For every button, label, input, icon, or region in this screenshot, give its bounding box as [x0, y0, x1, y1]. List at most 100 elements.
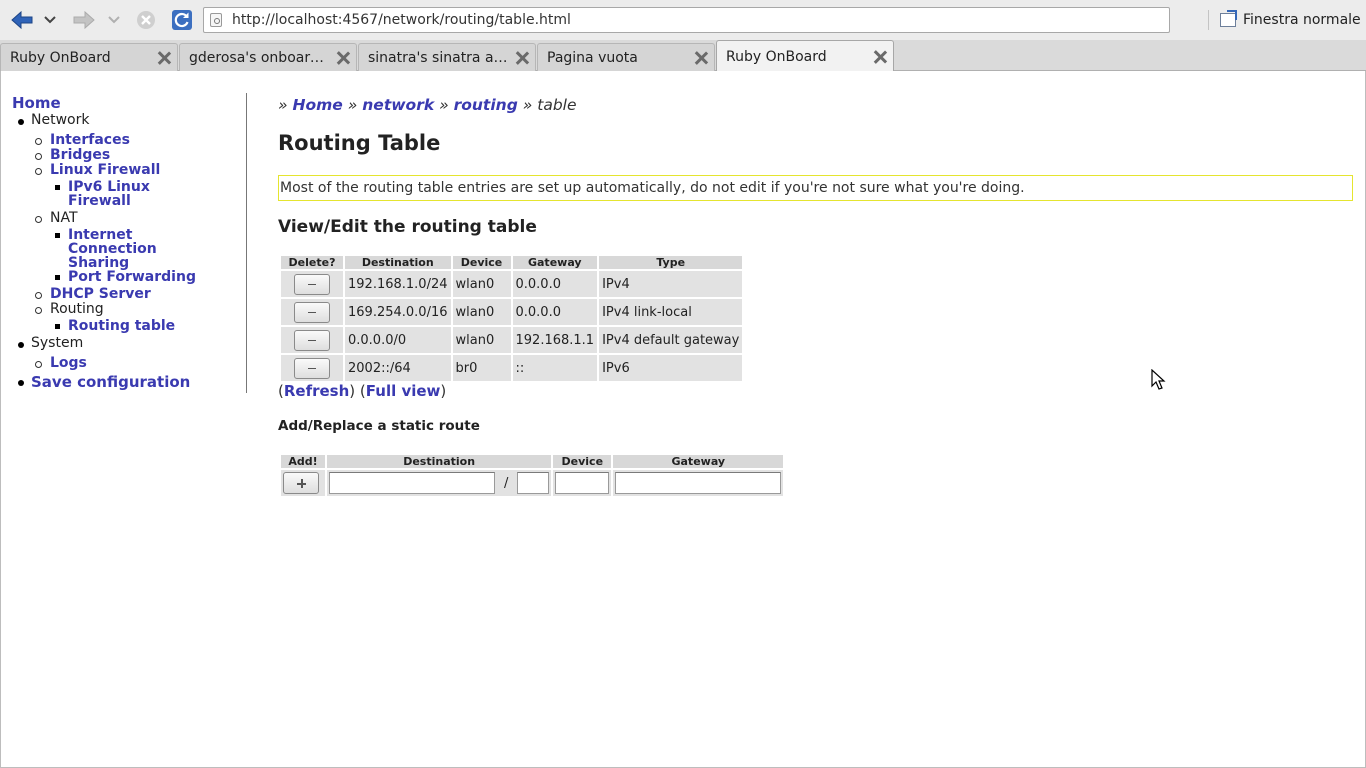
table-header-row: Add! Destination Device Gateway [281, 455, 784, 468]
sidebar-item-linux-firewall[interactable]: Linux Firewall [50, 162, 160, 178]
sidebar-item-bridges[interactable]: Bridges [50, 147, 110, 163]
sidebar-item-port-forwarding[interactable]: Port Forwarding [68, 269, 196, 285]
tab-strip: Ruby OnBoard gderosa's onboard at master… [0, 40, 1366, 72]
close-icon[interactable] [694, 51, 708, 65]
bullet-icon [18, 119, 24, 125]
device-cell [553, 470, 612, 496]
circle-bullet-icon [35, 138, 42, 145]
type-cell: IPv4 link-local [599, 299, 743, 325]
circle-bullet-icon [35, 153, 42, 160]
toolbar-separator [1208, 10, 1209, 30]
back-arrow-icon [11, 10, 33, 30]
page-title: Routing Table [278, 131, 441, 155]
delete-route-button[interactable] [294, 301, 330, 323]
add-route-button[interactable] [283, 472, 319, 494]
tab-ruby-onboard-1[interactable]: Ruby OnBoard [0, 43, 178, 72]
circle-bullet-icon [35, 292, 42, 299]
breadcrumb: » Home » network » routing » table [278, 96, 577, 114]
close-icon[interactable] [336, 51, 350, 65]
routing-table: Delete? Destination Device Gateway Type … [279, 254, 744, 383]
breadcrumb-home[interactable]: Home [293, 96, 343, 114]
main-content: » Home » network » routing » table Routi… [278, 71, 1358, 761]
breadcrumb-network[interactable]: network [362, 96, 434, 114]
device-cell: br0 [452, 355, 511, 381]
destination-cell: 192.168.1.0/24 [345, 271, 451, 297]
view-edit-heading: View/Edit the routing table [278, 217, 537, 237]
column-header-destination: Destination [345, 256, 451, 269]
breadcrumb-separator: » [347, 96, 358, 114]
tab-ruby-onboard-active[interactable]: Ruby OnBoard [716, 40, 894, 72]
browser-toolbar: http://localhost:4567/network/routing/ta… [0, 0, 1366, 40]
square-bullet-icon [55, 185, 60, 190]
column-header-gateway: Gateway [512, 256, 598, 269]
normal-window-button[interactable]: Finestra normale [1220, 7, 1361, 33]
tab-pagina-vuota[interactable]: Pagina vuota [537, 43, 715, 72]
column-header-type: Type [599, 256, 743, 269]
square-bullet-icon [55, 233, 60, 238]
forward-button[interactable] [70, 6, 98, 34]
column-header-delete: Delete? [281, 256, 343, 269]
type-cell: IPv6 [599, 355, 743, 381]
sidebar-item-routing: Routing [50, 301, 104, 317]
refresh-link[interactable]: Refresh [284, 382, 349, 400]
url-text[interactable]: http://localhost:4567/network/routing/ta… [232, 12, 571, 28]
normal-window-label: Finestra normale [1243, 12, 1361, 28]
breadcrumb-routing[interactable]: routing [454, 96, 518, 114]
window-icon [1220, 13, 1236, 27]
full-view-link[interactable]: Full view [366, 382, 441, 400]
sidebar-item-save-configuration[interactable]: Save configuration [31, 373, 190, 391]
tab-gderosa-onboard[interactable]: gderosa's onboard at master - GitHub [179, 43, 357, 72]
back-history-dropdown[interactable] [40, 6, 60, 34]
gateway-cell: 192.168.1.1 [512, 327, 598, 353]
breadcrumb-separator: » [522, 96, 533, 114]
device-cell: wlan0 [452, 271, 511, 297]
circle-bullet-icon [35, 307, 42, 314]
sidebar-item-home[interactable]: Home [12, 94, 61, 112]
sidebar: Home Network Interfaces Bridges Linux Fi… [11, 93, 247, 393]
sidebar-item-nat: NAT [50, 210, 78, 226]
type-cell: IPv4 [599, 271, 743, 297]
gateway-cell: 0.0.0.0 [512, 271, 598, 297]
sidebar-item-routing-table[interactable]: Routing table [68, 318, 175, 334]
close-icon[interactable] [873, 50, 887, 64]
sidebar-item-logs[interactable]: Logs [50, 355, 87, 371]
square-bullet-icon [55, 275, 60, 280]
destination-cell: 169.254.0.0/16 [345, 299, 451, 325]
delete-cell [281, 271, 343, 297]
delete-route-button[interactable] [294, 273, 330, 295]
gateway-cell [613, 470, 784, 496]
chevron-down-icon [44, 16, 56, 24]
destination-cell: 2002::/64 [345, 355, 451, 381]
type-cell: IPv4 default gateway [599, 327, 743, 353]
destination-input[interactable] [329, 472, 495, 494]
sidebar-item-dhcp-server[interactable]: DHCP Server [50, 286, 151, 302]
address-bar[interactable]: http://localhost:4567/network/routing/ta… [203, 7, 1170, 33]
add-route-heading: Add/Replace a static route [278, 418, 480, 434]
page-viewport: Home Network Interfaces Bridges Linux Fi… [0, 71, 1366, 768]
column-header-device: Device [553, 455, 612, 468]
prefix-length-input[interactable] [517, 472, 550, 494]
square-bullet-icon [55, 324, 60, 329]
sidebar-item-interfaces[interactable]: Interfaces [50, 132, 130, 148]
stop-icon [137, 11, 155, 29]
sidebar-item-ipv6-firewall-line2[interactable]: Firewall [68, 193, 131, 209]
tab-title: Ruby OnBoard [726, 48, 827, 65]
device-input[interactable] [555, 472, 610, 494]
table-row: 0.0.0.0/0 wlan0 192.168.1.1 IPv4 default… [281, 327, 743, 353]
delete-route-button[interactable] [294, 357, 330, 379]
forward-history-dropdown[interactable] [104, 6, 124, 34]
destination-cell: / [327, 470, 552, 496]
stop-button[interactable] [134, 6, 158, 34]
table-row: 192.168.1.0/24 wlan0 0.0.0.0 IPv4 [281, 271, 743, 297]
gateway-input[interactable] [615, 472, 782, 494]
tab-title: Ruby OnBoard [10, 50, 111, 66]
close-icon[interactable] [515, 51, 529, 65]
close-icon[interactable] [157, 51, 171, 65]
back-button[interactable] [8, 6, 36, 34]
delete-cell [281, 355, 343, 381]
add-route-row: / [281, 470, 784, 496]
circle-bullet-icon [35, 216, 42, 223]
reload-button[interactable] [168, 6, 196, 34]
tab-sinatra[interactable]: sinatra's sinatra at master - GitHub [358, 43, 536, 72]
delete-route-button[interactable] [294, 329, 330, 351]
